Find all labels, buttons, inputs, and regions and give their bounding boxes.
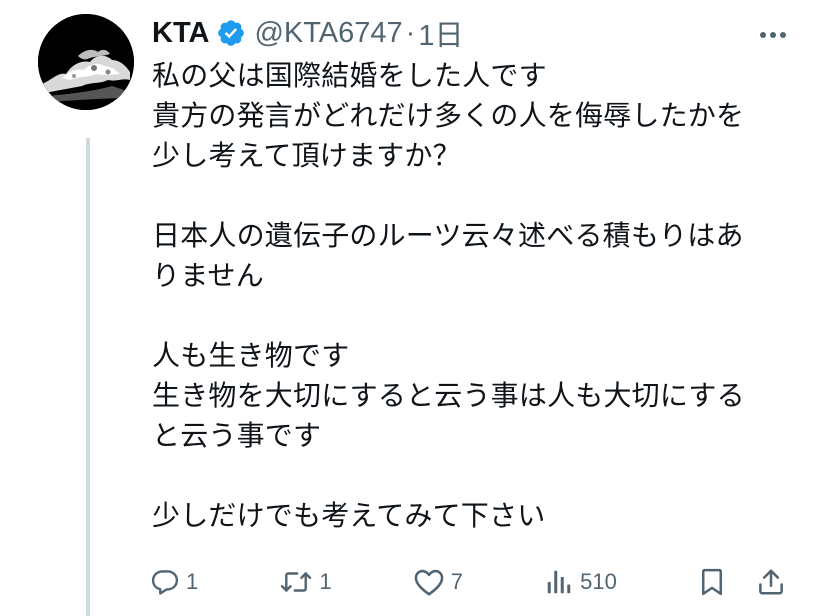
share-button[interactable]	[756, 567, 786, 597]
post-line-blank	[152, 456, 812, 496]
reply-count: 1	[186, 569, 199, 594]
avatar-image	[38, 14, 134, 110]
post-line: りません	[152, 259, 264, 292]
repost-count: 1	[319, 569, 332, 594]
thread-line	[86, 138, 90, 616]
post-line-blank	[152, 176, 812, 216]
like-count: 7	[450, 569, 463, 594]
post-line: 生き物を大切にすると云う事は人も大切にする	[152, 379, 745, 412]
bookmark-button[interactable]	[698, 567, 726, 597]
like-button[interactable]: 7	[413, 567, 463, 597]
reply-icon	[151, 570, 179, 595]
repost-button[interactable]: 1	[279, 567, 332, 597]
action-bar: 1 1 7 510	[150, 562, 786, 602]
post-line: 少しだけでも考えてみて下さい	[152, 499, 546, 532]
bookmark-icon	[701, 568, 722, 596]
repost-icon	[281, 572, 312, 592]
post-line-blank	[152, 296, 812, 336]
more-button[interactable]	[758, 20, 788, 50]
post-line: と云う事です	[152, 419, 322, 452]
like-icon	[414, 569, 444, 596]
author-handle[interactable]: @KTA6747	[254, 17, 402, 50]
views-count: 510	[580, 569, 617, 594]
verified-icon	[216, 18, 246, 48]
post-line: 私の父は国際結婚をした人です	[152, 59, 547, 92]
reply-button[interactable]: 1	[150, 567, 198, 597]
more-icon	[760, 32, 786, 38]
post-header: KTA @KTA6747 · 1日	[152, 12, 463, 54]
views-icon	[547, 570, 571, 594]
post-line: 人も生き物です	[152, 339, 350, 372]
share-icon	[759, 569, 783, 595]
post-line: 日本人の遺伝子のルーツ云々述べる積もりはあ	[152, 219, 744, 252]
views-button[interactable]: 510	[544, 567, 617, 597]
separator: ·	[405, 16, 416, 49]
avatar[interactable]	[38, 14, 134, 110]
secondary-actions	[698, 567, 786, 597]
post-line: 少し考えて頂けますか？	[152, 139, 461, 172]
post-text: 私の父は国際結婚をした人です 貴方の発言がどれだけ多くの人を侮辱したかを 少し考…	[152, 56, 812, 536]
post-line: 貴方の発言がどれだけ多くの人を侮辱したかを	[152, 99, 745, 132]
author-display-name[interactable]: KTA	[152, 17, 209, 50]
post-time[interactable]: 1日	[418, 12, 463, 54]
